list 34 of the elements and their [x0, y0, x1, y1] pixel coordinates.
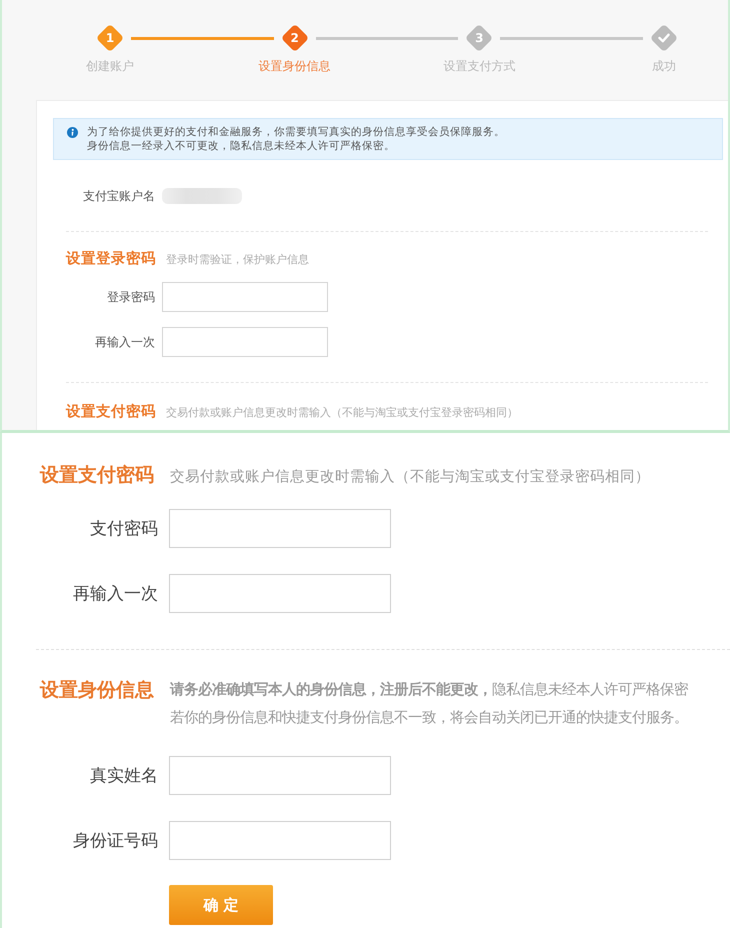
step-badge: 1	[96, 24, 124, 52]
field-label: 真实姓名	[89, 765, 158, 787]
step-badge: 3	[465, 24, 494, 52]
section-hint: 交易付款或账户信息更改时需输入（不能与淘宝或支付宝登录密码相同）	[170, 468, 650, 487]
field-label: 支付密码	[89, 518, 158, 540]
notice-text: 身份信息一经录入不可更改，隐私信息未经本人许可严格保密。	[87, 139, 395, 153]
notice-text: 为了给你提供更好的支付和金融服务，你需要填写真实的身份信息享受会员保障服务。	[87, 125, 505, 139]
input-field[interactable]	[169, 574, 391, 613]
step-badge: 2	[280, 24, 309, 52]
input-field[interactable]	[169, 821, 391, 860]
step-label: 成功	[652, 59, 676, 73]
confirm-button[interactable]: 确 定	[169, 885, 273, 925]
check-icon	[658, 33, 670, 43]
info-icon	[67, 127, 78, 138]
field-label: 支付宝账户名	[82, 188, 155, 204]
field-label: 登录密码	[106, 288, 155, 306]
input-field[interactable]	[162, 327, 328, 357]
step-label: 创建账户	[86, 59, 134, 73]
section-hint: 若你的身份信息和快捷支付身份信息不一致，将会自动关闭已开通的快捷支付服务。	[170, 709, 688, 728]
step-label: 设置身份信息	[258, 59, 331, 73]
field-label: 再输入一次	[72, 583, 158, 605]
field-label: 再输入一次	[94, 334, 155, 350]
step-label: 设置支付方式	[443, 59, 516, 73]
input-field[interactable]	[162, 282, 328, 312]
section-title: 设置身份信息	[40, 678, 155, 703]
section-title: 设置支付密码	[66, 403, 156, 421]
input-field[interactable]	[169, 756, 391, 795]
section-hint: 交易付款或账户信息更改时需输入（不能与淘宝或支付宝登录密码相同）	[166, 405, 518, 420]
section-hint: 登录时需验证，保护账户信息	[166, 252, 309, 267]
section-hint: 请务必准确填写本人的身份信息，注册后不能更改，隐私信息未经本人许可严格保密	[170, 680, 688, 700]
section-title: 设置登录密码	[66, 250, 156, 268]
input-field[interactable]	[169, 509, 391, 548]
field-label: 身份证号码	[72, 830, 158, 852]
section-title: 设置支付密码	[40, 463, 155, 488]
